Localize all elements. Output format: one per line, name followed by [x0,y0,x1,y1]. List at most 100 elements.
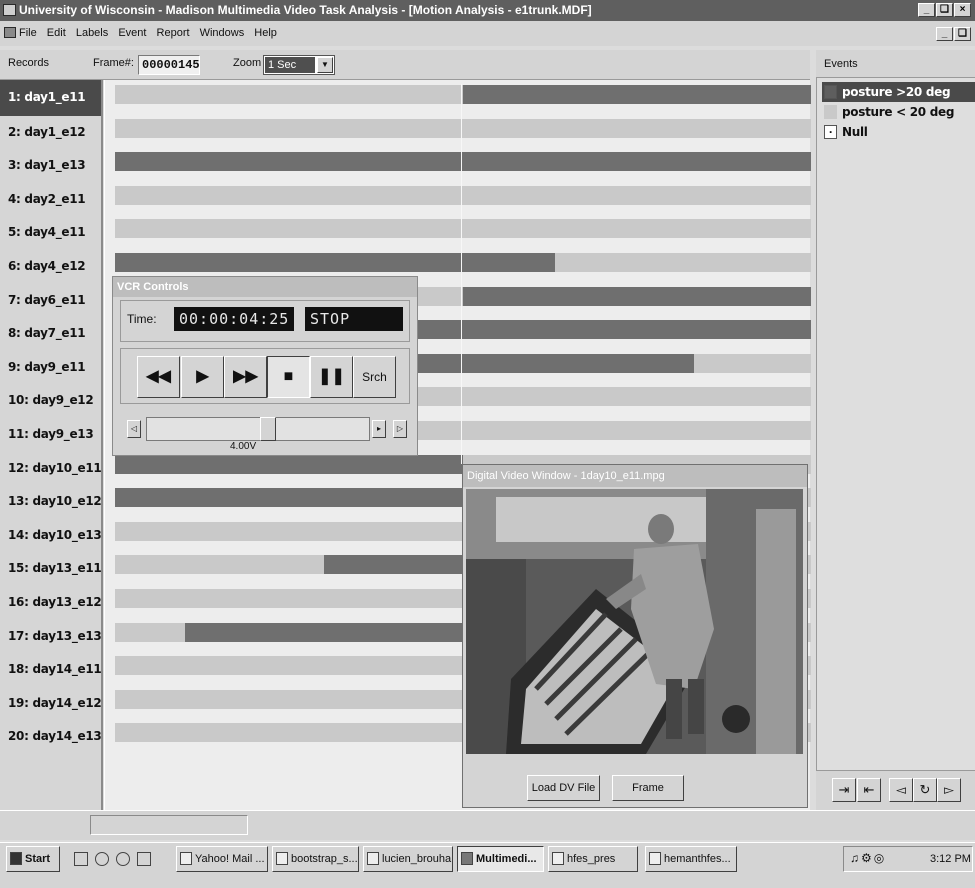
task-hfes-pres[interactable]: hfes_pres [548,846,638,872]
record-item[interactable]: 1: day1_e11 [0,80,101,116]
record-item[interactable]: 13: day10_e12 [0,484,102,518]
document-icon [276,852,288,865]
timeline-lane[interactable] [115,85,811,104]
task-lucien-brouha[interactable]: lucien_brouha [363,846,453,872]
event-segment[interactable] [463,85,811,104]
maximize-button[interactable]: ❑ [936,3,953,17]
record-item[interactable]: 11: day9_e13 [0,417,101,451]
task-multimedia[interactable]: Multimedi... [457,846,544,872]
time-cursor-line [461,84,462,464]
speed-slider-thumb[interactable] [260,417,276,441]
record-item[interactable]: 9: day9_e11 [0,350,101,384]
start-button[interactable]: Start [6,846,60,872]
menu-edit[interactable]: Edit [47,27,66,39]
record-item[interactable]: 3: day1_e13 [0,148,101,182]
record-item[interactable]: 15: day13_e11 [0,551,102,585]
event-segment[interactable] [115,488,463,508]
record-item[interactable]: 5: day4_e11 [0,215,101,249]
chevron-down-icon[interactable]: ▼ [317,57,333,73]
record-item[interactable]: 12: day10_e11 [0,451,102,485]
event-item-posture-gt-20[interactable]: posture >20 deg [822,82,975,102]
pause-button[interactable]: ❚❚ [310,356,353,398]
task-bootstrap[interactable]: bootstrap_s... [272,846,359,872]
record-item[interactable]: 10: day9_e12 [0,383,101,417]
arrow-right-icon[interactable]: ▻ [937,778,961,802]
record-item[interactable]: 20: day14_e13 [0,719,102,753]
timeline-lane[interactable] [115,152,811,172]
timeline-lane[interactable] [115,253,811,272]
vcr-title[interactable]: VCR Controls [113,277,417,297]
record-item[interactable]: 4: day2_e11 [0,182,101,216]
arrow-left-icon[interactable]: ◅ [889,778,913,802]
doc-restore-button[interactable]: ❑ [954,27,971,41]
play-button[interactable]: ▶ [181,356,224,398]
volume-icon[interactable]: ♫⚙◎ [850,851,886,865]
clock: 3:12 PM [930,853,971,865]
task-label: Yahoo! Mail ... [195,853,265,865]
menu-windows[interactable]: Windows [200,27,245,39]
menu-labels[interactable]: Labels [76,27,108,39]
close-button[interactable]: × [954,3,971,17]
outlook-icon[interactable] [137,852,152,866]
record-item[interactable]: 2: day1_e12 [0,115,101,149]
task-yahoo-mail[interactable]: Yahoo! Mail ... [176,846,268,872]
rewind-button[interactable]: ◀◀ [137,356,180,398]
app-icon[interactable] [3,4,16,16]
task-label: lucien_brouha [382,853,452,865]
timeline-lane[interactable] [115,219,811,239]
browser-icon[interactable] [116,852,131,866]
remove-event-icon[interactable]: ⇤ [857,778,881,802]
event-segment[interactable] [115,454,463,474]
time-display: 00:00:04:25 [174,307,294,331]
zoom-select[interactable]: 1 Sec ▼ [263,55,335,75]
record-item[interactable]: 7: day6_e11 [0,283,101,317]
menu-event[interactable]: Event [118,27,146,39]
record-item[interactable]: 6: day4_e12 [0,249,101,283]
record-item[interactable]: 8: day7_e11 [0,316,101,350]
record-item[interactable]: 14: day10_e13 [0,518,102,552]
event-item-posture-lt-20[interactable]: posture < 20 deg [822,102,975,122]
search-button[interactable]: Srch [353,356,396,398]
show-desktop-icon[interactable] [74,852,88,866]
fast-forward-button[interactable]: ▶▶ [224,356,267,398]
minimize-button[interactable]: _ [918,3,935,17]
record-item[interactable]: 16: day13_e12 [0,585,102,619]
timeline-lane[interactable] [115,118,811,138]
task-label: Multimedi... [476,853,537,865]
task-label: hfes_pres [567,853,616,865]
load-dv-file-button[interactable]: Load DV File [527,775,600,801]
video-title[interactable]: Digital Video Window - 1day10_e11.mpg [463,465,807,487]
menu-report[interactable]: Report [157,27,190,39]
record-list[interactable]: 1: day1_e11 2: day1_e12 3: day1_e13 4: day2… [0,80,103,810]
event-segment[interactable] [185,622,463,642]
media-player-icon[interactable] [95,852,110,866]
timeline-lane[interactable] [115,185,811,205]
speed-slider[interactable] [146,417,370,441]
menu-bar: File Edit Labels Event Report Windows He… [0,21,975,46]
slider-right-button[interactable]: ▸ [372,420,386,438]
slider-start-button[interactable]: ◁ [127,420,141,438]
zoom-value: 1 Sec [265,57,315,73]
event-swatch [824,105,837,119]
doc-minimize-button[interactable]: _ [936,27,953,41]
record-item[interactable]: 17: day13_e13 [0,619,102,653]
insert-event-icon[interactable]: ⇥ [832,778,856,802]
stop-button[interactable]: ■ [267,356,310,398]
event-item-null[interactable]: . Null [822,122,975,142]
frame-number-field[interactable]: 00000145 [138,55,200,75]
refresh-icon[interactable]: ↻ [913,778,937,802]
event-segment[interactable] [324,555,463,575]
record-item[interactable]: 18: day14_e11 [0,652,102,686]
document-icon[interactable] [4,27,16,38]
task-hemanthfes[interactable]: hemanthfes... [645,846,737,872]
menu-help[interactable]: Help [254,27,277,39]
frame-button[interactable]: Frame [612,775,684,801]
event-label: posture >20 deg [842,85,951,99]
record-item[interactable]: 19: day14_e12 [0,686,102,720]
event-segment[interactable] [115,152,811,172]
slider-end-button[interactable]: ▷ [393,420,407,438]
event-swatch [824,85,837,99]
event-segment[interactable] [115,253,555,272]
event-segment[interactable] [463,286,811,306]
menu-file[interactable]: File [19,27,37,39]
